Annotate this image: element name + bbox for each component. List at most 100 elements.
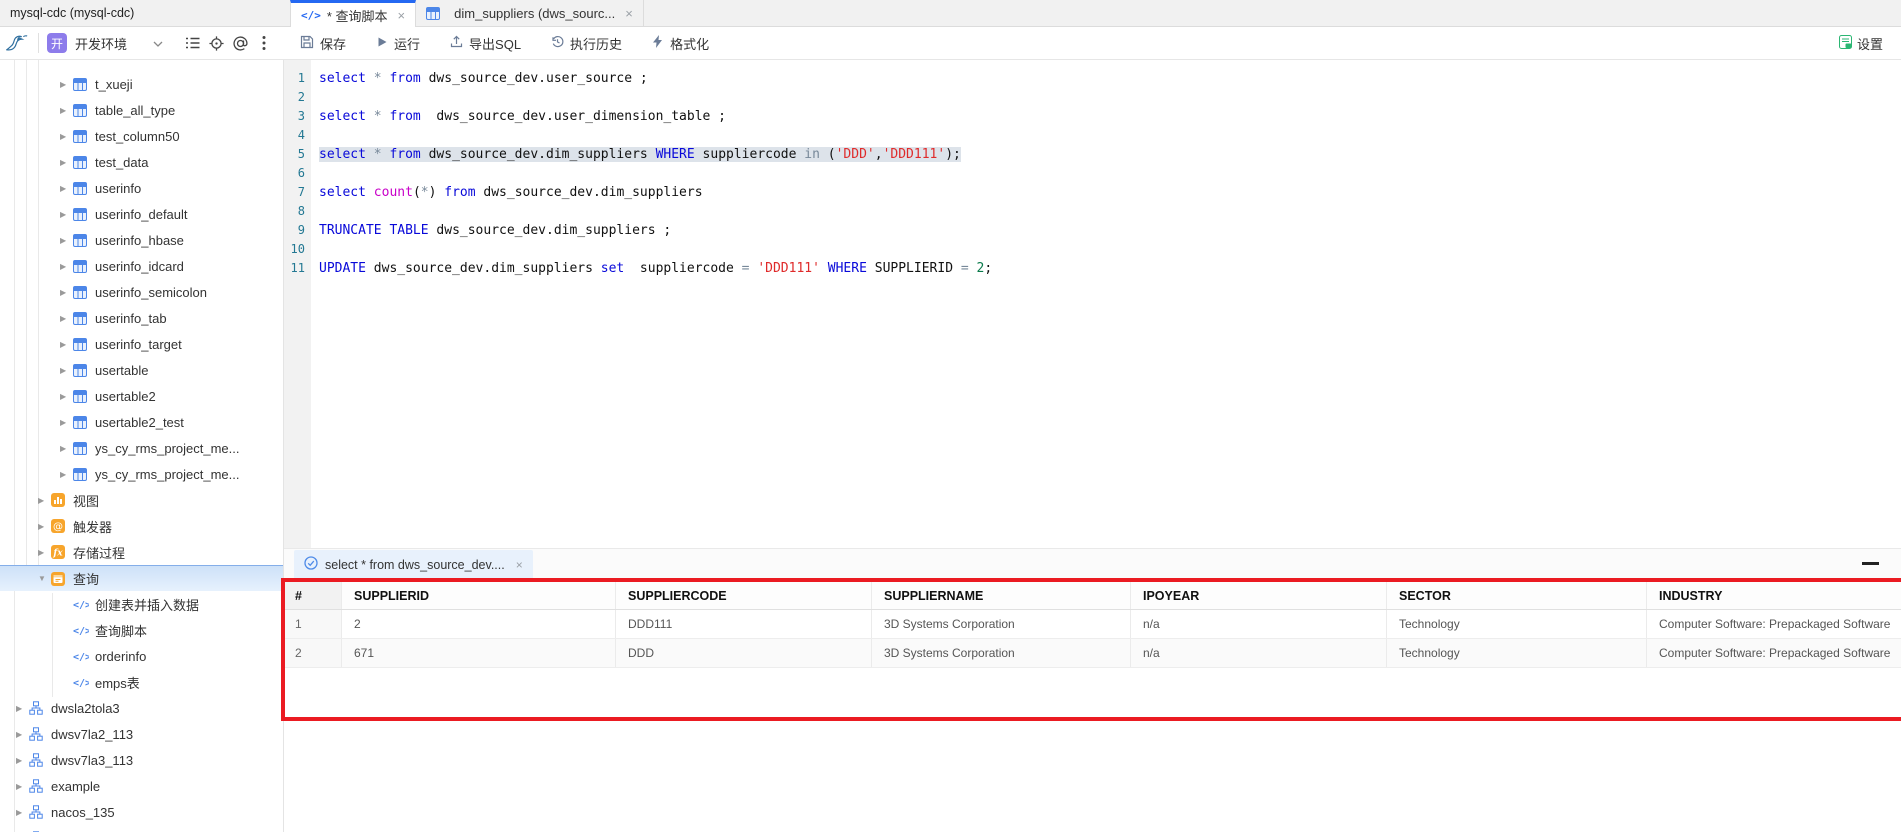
chevron-collapsed-icon[interactable]: ▶ bbox=[60, 236, 73, 245]
chevron-collapsed-icon[interactable]: ▶ bbox=[60, 184, 73, 193]
chevron-collapsed-icon[interactable]: ▶ bbox=[60, 418, 73, 427]
chevron-collapsed-icon[interactable]: ▶ bbox=[60, 340, 73, 349]
sidebar-item-t_xueji[interactable]: ▶t_xueji bbox=[0, 71, 283, 97]
sidebar-item-test_column50[interactable]: ▶test_column50 bbox=[0, 123, 283, 149]
sidebar-item-userinfo_hbase[interactable]: ▶userinfo_hbase bbox=[0, 227, 283, 253]
code-area[interactable]: select * from dws_source_dev.user_source… bbox=[311, 60, 1901, 548]
sidebar-item-userinfo_semicolon[interactable]: ▶userinfo_semicolon bbox=[0, 279, 283, 305]
list-icon[interactable] bbox=[181, 32, 203, 54]
code-line[interactable] bbox=[311, 240, 1901, 259]
chevron-collapsed-icon[interactable]: ▶ bbox=[60, 444, 73, 453]
column-header[interactable]: INDUSTRY bbox=[1646, 582, 1901, 609]
sidebar-item-存储过程[interactable]: ▶fx存储过程 bbox=[0, 539, 283, 565]
sidebar-item-查询[interactable]: ▼查询 bbox=[0, 565, 283, 591]
chevron-collapsed-icon[interactable]: ▶ bbox=[38, 548, 51, 557]
chevron-down-icon[interactable] bbox=[153, 34, 163, 52]
sql-editor[interactable]: 1234567891011 select * from dws_source_d… bbox=[284, 60, 1901, 548]
chevron-collapsed-icon[interactable]: ▶ bbox=[60, 392, 73, 401]
chevron-collapsed-icon[interactable]: ▶ bbox=[60, 470, 73, 479]
table-cell[interactable]: Technology bbox=[1386, 639, 1646, 667]
chevron-collapsed-icon[interactable]: ▶ bbox=[60, 210, 73, 219]
sidebar-item-table_all_type[interactable]: ▶table_all_type bbox=[0, 97, 283, 123]
table-cell[interactable]: 3D Systems Corporation bbox=[871, 639, 1130, 667]
table-cell[interactable]: DDD111 bbox=[615, 610, 871, 638]
code-line[interactable]: UPDATE dws_source_dev.dim_suppliers set … bbox=[311, 259, 1901, 278]
sidebar-item-orderinfo[interactable]: </>orderinfo bbox=[0, 643, 283, 669]
collapse-results-button[interactable] bbox=[1862, 562, 1879, 565]
table-cell[interactable]: 2 bbox=[285, 639, 341, 667]
sidebar-item-查询脚本[interactable]: </>查询脚本 bbox=[0, 617, 283, 643]
chevron-collapsed-icon[interactable]: ▶ bbox=[38, 496, 51, 505]
close-icon[interactable]: × bbox=[516, 558, 523, 572]
export-sql-button[interactable]: 导出SQL bbox=[450, 34, 521, 53]
chevron-collapsed-icon[interactable]: ▶ bbox=[60, 80, 73, 89]
chevron-collapsed-icon[interactable]: ▶ bbox=[16, 704, 29, 713]
sidebar-item-ys_cy_rms_project_me...[interactable]: ▶ys_cy_rms_project_me... bbox=[0, 461, 283, 487]
chevron-collapsed-icon[interactable]: ▶ bbox=[60, 314, 73, 323]
code-line[interactable]: select * from dws_source_dev.user_source… bbox=[311, 69, 1901, 88]
sidebar-item-nacos_135[interactable]: ▶nacos_135 bbox=[0, 799, 283, 825]
chevron-collapsed-icon[interactable]: ▶ bbox=[16, 782, 29, 791]
env-selector[interactable]: 开发环境 bbox=[75, 34, 127, 53]
chevron-collapsed-icon[interactable]: ▶ bbox=[60, 132, 73, 141]
column-header[interactable]: SUPPLIERNAME bbox=[871, 582, 1130, 609]
sidebar-item-cutoff[interactable]: ▶ bbox=[0, 825, 283, 832]
column-header[interactable]: SUPPLIERID bbox=[341, 582, 615, 609]
code-line[interactable]: TRUNCATE TABLE dws_source_dev.dim_suppli… bbox=[311, 221, 1901, 240]
chevron-collapsed-icon[interactable]: ▶ bbox=[16, 808, 29, 817]
column-header[interactable]: SECTOR bbox=[1386, 582, 1646, 609]
sidebar-item-创建表并插入数据[interactable]: </>创建表并插入数据 bbox=[0, 591, 283, 617]
locate-target-icon[interactable] bbox=[205, 32, 227, 54]
close-icon[interactable]: × bbox=[625, 6, 633, 21]
sidebar-item-dwsv7la2_113[interactable]: ▶dwsv7la2_113 bbox=[0, 721, 283, 747]
sidebar-item-test_data[interactable]: ▶test_data bbox=[0, 149, 283, 175]
table-cell[interactable]: 3D Systems Corporation bbox=[871, 610, 1130, 638]
tab-query-script[interactable]: </> * 查询脚本 × bbox=[290, 0, 416, 27]
close-icon[interactable]: × bbox=[398, 8, 406, 23]
chevron-collapsed-icon[interactable]: ▶ bbox=[60, 288, 73, 297]
settings-button[interactable]: 设置 bbox=[1839, 27, 1883, 59]
chevron-collapsed-icon[interactable]: ▶ bbox=[60, 106, 73, 115]
chevron-expanded-icon[interactable]: ▼ bbox=[38, 574, 51, 583]
code-line[interactable]: select * from dws_source_dev.user_dimens… bbox=[311, 107, 1901, 126]
sidebar-item-视图[interactable]: ▶视图 bbox=[0, 487, 283, 513]
column-header[interactable]: IPOYEAR bbox=[1130, 582, 1386, 609]
sidebar-item-usertable[interactable]: ▶usertable bbox=[0, 357, 283, 383]
at-link-icon[interactable] bbox=[229, 32, 251, 54]
sidebar-item-触发器[interactable]: ▶@触发器 bbox=[0, 513, 283, 539]
code-line[interactable] bbox=[311, 88, 1901, 107]
format-button[interactable]: 格式化 bbox=[652, 34, 709, 53]
sidebar-item-userinfo_target[interactable]: ▶userinfo_target bbox=[0, 331, 283, 357]
table-row[interactable]: 12DDD1113D Systems Corporationn/aTechnol… bbox=[285, 610, 1901, 639]
table-cell[interactable]: 2 bbox=[341, 610, 615, 638]
chevron-collapsed-icon[interactable]: ▶ bbox=[38, 522, 51, 531]
code-line[interactable] bbox=[311, 164, 1901, 183]
sidebar-item-dwsv7la3_113[interactable]: ▶dwsv7la3_113 bbox=[0, 747, 283, 773]
table-row[interactable]: 2671DDD3D Systems Corporationn/aTechnolo… bbox=[285, 639, 1901, 668]
save-button[interactable]: 保存 bbox=[300, 34, 346, 53]
chevron-collapsed-icon[interactable]: ▶ bbox=[60, 262, 73, 271]
sidebar-item-emps表[interactable]: </>emps表 bbox=[0, 669, 283, 695]
sidebar-item-example[interactable]: ▶example bbox=[0, 773, 283, 799]
sidebar-item-usertable2[interactable]: ▶usertable2 bbox=[0, 383, 283, 409]
table-cell[interactable]: 671 bbox=[341, 639, 615, 667]
table-cell[interactable]: Computer Software: Prepackaged Software bbox=[1646, 639, 1901, 667]
code-line[interactable] bbox=[311, 126, 1901, 145]
tab-dim-suppliers[interactable]: dim_suppliers (dws_sourc... × bbox=[416, 0, 644, 27]
table-cell[interactable]: n/a bbox=[1130, 639, 1386, 667]
column-header[interactable]: # bbox=[285, 582, 341, 609]
history-button[interactable]: 执行历史 bbox=[551, 34, 622, 53]
code-line[interactable] bbox=[311, 202, 1901, 221]
sidebar-item-userinfo_idcard[interactable]: ▶userinfo_idcard bbox=[0, 253, 283, 279]
code-line[interactable]: select count(*) from dws_source_dev.dim_… bbox=[311, 183, 1901, 202]
chevron-collapsed-icon[interactable]: ▶ bbox=[60, 366, 73, 375]
table-cell[interactable]: DDD bbox=[615, 639, 871, 667]
chevron-collapsed-icon[interactable]: ▶ bbox=[60, 158, 73, 167]
table-cell[interactable]: Technology bbox=[1386, 610, 1646, 638]
sidebar-item-userinfo_tab[interactable]: ▶userinfo_tab bbox=[0, 305, 283, 331]
run-button[interactable]: 运行 bbox=[376, 34, 420, 53]
chevron-collapsed-icon[interactable]: ▶ bbox=[16, 756, 29, 765]
kebab-menu-icon[interactable] bbox=[253, 32, 275, 54]
sidebar-item-userinfo[interactable]: ▶userinfo bbox=[0, 175, 283, 201]
column-header[interactable]: SUPPLIERCODE bbox=[615, 582, 871, 609]
